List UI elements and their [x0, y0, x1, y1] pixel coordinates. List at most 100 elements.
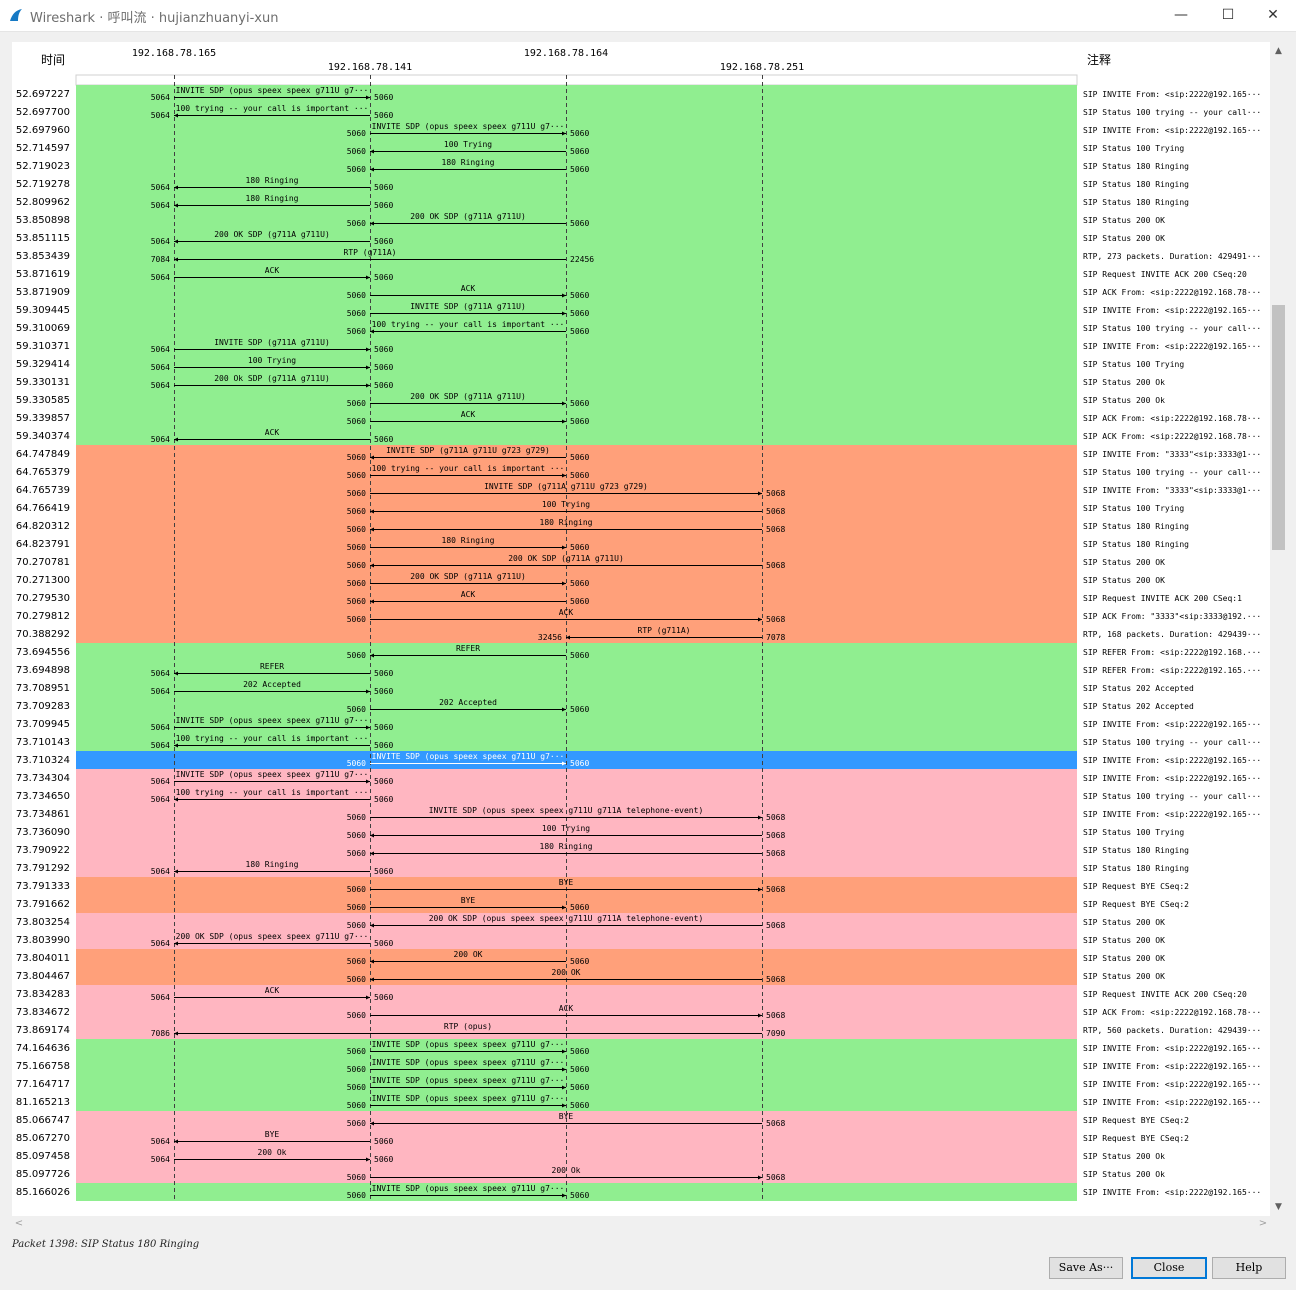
port-label: 5060: [374, 939, 393, 948]
comment-text: SIP Status 200 OK: [1083, 954, 1165, 963]
scroll-down-arrow[interactable]: ▼: [1271, 1200, 1286, 1214]
port-label: 5064: [151, 273, 170, 282]
port-label: 7078: [766, 633, 785, 642]
timestamp: 75.166758: [16, 1061, 70, 1072]
save-as-button[interactable]: Save As···: [1049, 1257, 1123, 1279]
message-label: INVITE SDP (opus speex speex g711U g7···: [372, 1076, 565, 1085]
message-label: 200 OK SDP (opus speex speex g711U g711A…: [429, 914, 704, 923]
row-band: [76, 1129, 1077, 1147]
comment-text: SIP Status 100 Trying: [1083, 828, 1184, 837]
row-band: [76, 877, 1077, 895]
timestamp: 64.820312: [16, 521, 70, 532]
comment-text: SIP INVITE From: <sip:2222@192.165···: [1083, 342, 1261, 351]
timestamp: 59.339857: [16, 413, 70, 424]
port-label: 5064: [151, 723, 170, 732]
close-button[interactable]: Close: [1131, 1257, 1207, 1279]
vertical-scroll-thumb[interactable]: [1272, 305, 1285, 550]
port-label: 5064: [151, 741, 170, 750]
message-label: ACK: [265, 428, 280, 437]
port-label: 5068: [766, 507, 785, 516]
timestamp: 73.734861: [16, 809, 70, 820]
port-label: 5060: [570, 651, 589, 660]
minimize-button[interactable]: —: [1158, 0, 1204, 31]
comment-text: SIP Status 100 trying -- your call···: [1083, 108, 1261, 117]
message-label: 180 Ringing: [246, 860, 299, 869]
scroll-up-arrow[interactable]: ▲: [1271, 44, 1286, 58]
message-label: 180 Ringing: [442, 536, 495, 545]
message-label: INVITE SDP (opus speex speex g711U g7···: [372, 122, 565, 131]
port-label: 5060: [374, 687, 393, 696]
comment-text: SIP ACK From: <sip:2222@192.168.78···: [1083, 288, 1261, 297]
comment-text: SIP Request INVITE ACK 200 CSeq:1: [1083, 594, 1242, 603]
comment-text: RTP, 273 packets. Duration: 429491···: [1083, 252, 1261, 261]
timestamp: 59.340374: [16, 431, 70, 442]
timestamp: 53.850898: [16, 215, 70, 226]
close-window-button[interactable]: ✕: [1250, 0, 1296, 31]
timestamp: 73.736090: [16, 827, 70, 838]
message-label: 200 Ok: [258, 1148, 287, 1157]
port-label: 5068: [766, 849, 785, 858]
port-label: 5060: [347, 129, 366, 138]
port-label: 5064: [151, 345, 170, 354]
port-label: 5060: [347, 1065, 366, 1074]
comment-text: SIP Status 180 Ringing: [1083, 864, 1189, 873]
message-label: 180 Ringing: [540, 842, 593, 851]
maximize-button[interactable]: ☐: [1205, 0, 1251, 31]
port-label: 5060: [347, 1047, 366, 1056]
status-text: Packet 1398: SIP Status 180 Ringing: [12, 1239, 200, 1250]
timestamp: 59.309445: [16, 305, 70, 316]
comment-text: SIP Status 100 Trying: [1083, 360, 1184, 369]
timestamp: 73.791662: [16, 899, 70, 910]
timestamp: 73.790922: [16, 845, 70, 856]
message-label: INVITE SDP (opus speex speex g711U g7···: [176, 770, 369, 779]
timestamp: 53.871619: [16, 269, 70, 280]
message-label: 200 OK SDP (g711A g711U): [410, 392, 526, 401]
comment-text: SIP Status 200 OK: [1083, 216, 1165, 225]
scroll-right-arrow[interactable]: >: [1256, 1216, 1270, 1232]
window-title: Wireshark · 呼叫流 · hujianzhuanyi-xun: [30, 11, 279, 26]
comment-text: SIP Status 100 trying -- your call···: [1083, 468, 1261, 477]
message-label: BYE: [559, 1112, 574, 1121]
horizontal-scrollbar[interactable]: < >: [12, 1216, 1270, 1232]
timestamp: 77.164717: [16, 1079, 70, 1090]
port-label: 5060: [570, 1065, 589, 1074]
message-label: 100 Trying: [542, 824, 590, 833]
timestamp: 70.279812: [16, 611, 70, 622]
flow-graph-panel[interactable]: 时间 注释 192.168.78.165 192.168.78.141 192.168.…: [12, 42, 1270, 1216]
comment-text: SIP Status 200 Ok: [1083, 396, 1165, 405]
port-label: 5060: [374, 345, 393, 354]
port-label: 5060: [347, 615, 366, 624]
port-label: 5060: [374, 111, 393, 120]
port-label: 5064: [151, 381, 170, 390]
port-label: 5060: [347, 1173, 366, 1182]
timestamp: 85.097726: [16, 1169, 70, 1180]
row-band: [76, 265, 1077, 283]
timestamp: 52.719278: [16, 179, 70, 190]
timestamp: 73.694898: [16, 665, 70, 676]
port-label: 5060: [570, 453, 589, 462]
port-label: 5064: [151, 1155, 170, 1164]
comment-text: SIP Status 100 trying -- your call···: [1083, 324, 1261, 333]
host-label: 192.168.78.165: [132, 48, 216, 59]
help-button[interactable]: Help: [1212, 1257, 1286, 1279]
scroll-left-arrow[interactable]: <: [12, 1216, 26, 1232]
timestamp: 59.330585: [16, 395, 70, 406]
vertical-scrollbar[interactable]: ▲ ▼: [1271, 42, 1286, 1216]
timestamp: 70.271300: [16, 575, 70, 586]
port-label: 5060: [570, 759, 589, 768]
port-label: 5068: [766, 975, 785, 984]
port-label: 5060: [347, 903, 366, 912]
port-label: 5068: [766, 885, 785, 894]
flow-graph[interactable]: 时间 注释 192.168.78.165 192.168.78.141 192.168.…: [12, 42, 1270, 1216]
comment-text: SIP Request INVITE ACK 200 CSeq:20: [1083, 990, 1247, 999]
comment-text: SIP Status 200 OK: [1083, 936, 1165, 945]
row-band: [76, 355, 1077, 373]
comment-text: SIP ACK From: <sip:2222@192.168.78···: [1083, 1008, 1261, 1017]
port-label: 5060: [347, 165, 366, 174]
timestamp: 52.719023: [16, 161, 70, 172]
comment-text: SIP Status 100 Trying: [1083, 144, 1184, 153]
message-label: RTP (opus): [444, 1022, 492, 1031]
port-label: 5064: [151, 993, 170, 1002]
comment-text: SIP Status 202 Accepted: [1083, 702, 1194, 711]
message-label: 100 trying -- your call is important ···: [176, 104, 369, 113]
